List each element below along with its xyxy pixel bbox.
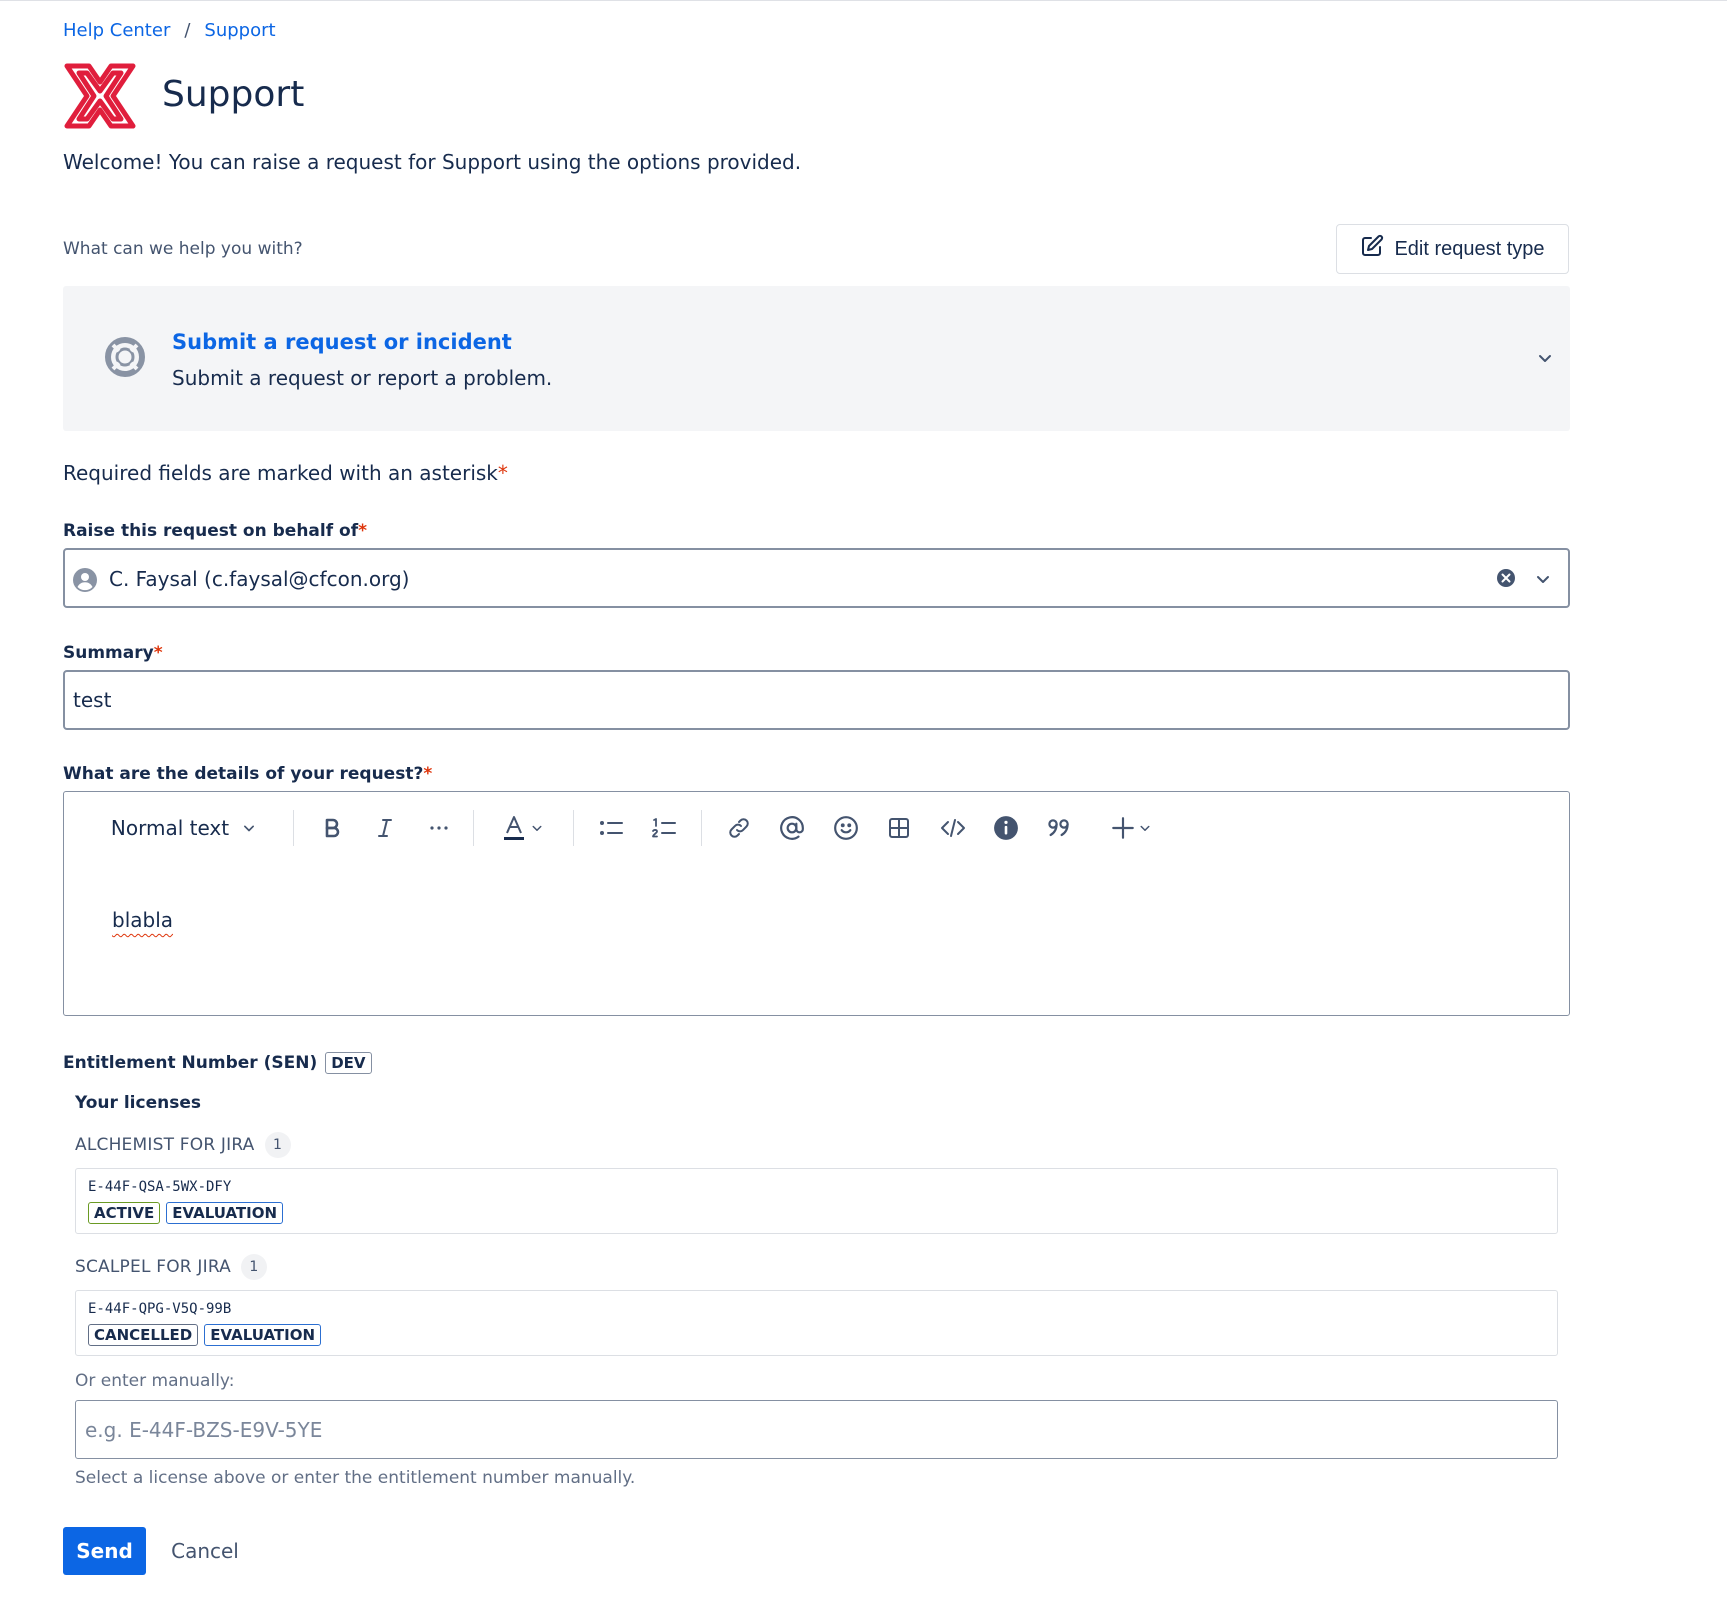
manual-entry-label: Or enter manually: bbox=[75, 1371, 235, 1391]
request-type-card[interactable]: Submit a request or incident Submit a re… bbox=[63, 286, 1570, 431]
text-style-dropdown[interactable]: Normal text bbox=[110, 812, 260, 844]
bullet-list-icon bbox=[598, 816, 624, 840]
code-icon bbox=[940, 816, 966, 840]
request-type-title[interactable]: Submit a request or incident bbox=[172, 330, 512, 354]
mention-icon bbox=[779, 815, 805, 841]
quote-button[interactable] bbox=[1043, 812, 1077, 844]
license-card[interactable]: E-44F-QSA-5WX-DFY ACTIVE EVALUATION bbox=[75, 1168, 1558, 1234]
edit-request-type-button[interactable]: Edit request type bbox=[1336, 224, 1569, 274]
entitlement-helper-text: Select a license above or enter the enti… bbox=[75, 1468, 636, 1488]
license-key: E-44F-QPG-V5Q-99B bbox=[88, 1301, 232, 1317]
summary-input[interactable]: test bbox=[63, 670, 1570, 730]
license-count-badge: 1 bbox=[240, 1254, 267, 1280]
behalf-label: Raise this request on behalf of* bbox=[63, 521, 368, 541]
clear-icon[interactable] bbox=[1495, 567, 1517, 589]
top-divider bbox=[0, 0, 1727, 1]
dev-badge: DEV bbox=[325, 1052, 372, 1074]
type-lozenge: EVALUATION bbox=[204, 1324, 322, 1346]
toolbar-separator bbox=[473, 810, 474, 846]
bold-icon bbox=[320, 816, 344, 840]
edit-icon bbox=[1360, 234, 1384, 264]
table-icon bbox=[887, 816, 911, 840]
more-formatting-button[interactable] bbox=[422, 812, 456, 844]
numbered-list-button[interactable] bbox=[647, 812, 681, 844]
required-asterisk: * bbox=[153, 643, 163, 663]
status-lozenge: CANCELLED bbox=[88, 1324, 199, 1346]
product-heading: ALCHEMIST FOR JIRA 1 bbox=[75, 1132, 291, 1158]
bold-button[interactable] bbox=[315, 812, 349, 844]
behalf-select[interactable]: C. Faysal (c.faysal@cfcon.org) bbox=[63, 548, 1570, 608]
toolbar-separator bbox=[293, 810, 294, 846]
more-icon bbox=[427, 816, 451, 840]
italic-icon bbox=[373, 816, 397, 840]
bullet-list-button[interactable] bbox=[594, 812, 628, 844]
license-count-badge: 1 bbox=[264, 1132, 291, 1158]
product-heading: SCALPEL FOR JIRA 1 bbox=[75, 1254, 267, 1280]
required-asterisk: * bbox=[423, 764, 433, 784]
summary-value: test bbox=[73, 688, 112, 712]
insert-menu-button[interactable] bbox=[1104, 812, 1160, 844]
welcome-message: Welcome! You can raise a request for Sup… bbox=[63, 150, 802, 174]
chevron-down-icon[interactable] bbox=[1533, 346, 1557, 370]
licenses-title: Your licenses bbox=[75, 1093, 201, 1113]
edit-request-type-label: Edit request type bbox=[1394, 237, 1545, 260]
editor-content[interactable]: blabla bbox=[112, 908, 173, 932]
numbered-list-icon bbox=[651, 816, 677, 840]
breadcrumb-support[interactable]: Support bbox=[204, 20, 275, 41]
required-asterisk: * bbox=[497, 461, 508, 485]
product-name: SCALPEL FOR JIRA bbox=[75, 1257, 231, 1277]
table-button[interactable] bbox=[882, 812, 916, 844]
license-lozenges: ACTIVE EVALUATION bbox=[88, 1202, 284, 1224]
license-lozenges: CANCELLED EVALUATION bbox=[88, 1324, 322, 1346]
insert-icon bbox=[1110, 815, 1136, 841]
chevron-down-icon bbox=[528, 819, 546, 837]
editor-toolbar: Normal text bbox=[64, 792, 1569, 862]
chevron-down-icon bbox=[239, 818, 259, 838]
user-avatar-icon bbox=[73, 568, 97, 592]
entitlement-placeholder: e.g. E-44F-BZS-E9V-5YE bbox=[85, 1417, 323, 1442]
details-label: What are the details of your request?* bbox=[63, 764, 433, 784]
cancel-button[interactable]: Cancel bbox=[163, 1527, 247, 1575]
type-lozenge: EVALUATION bbox=[166, 1202, 284, 1224]
text-color-button[interactable] bbox=[496, 812, 550, 844]
lifebuoy-icon bbox=[104, 336, 146, 378]
quote-icon bbox=[1047, 816, 1073, 840]
code-button[interactable] bbox=[936, 812, 970, 844]
behalf-value: C. Faysal (c.faysal@cfcon.org) bbox=[109, 567, 410, 591]
mention-button[interactable] bbox=[775, 812, 809, 844]
toolbar-separator bbox=[701, 810, 702, 846]
breadcrumb-separator: / bbox=[184, 20, 191, 41]
text-style-label: Normal text bbox=[110, 816, 230, 840]
required-asterisk: * bbox=[358, 521, 368, 541]
product-name: ALCHEMIST FOR JIRA bbox=[75, 1135, 255, 1155]
text-color-icon bbox=[500, 814, 528, 842]
toolbar-separator bbox=[573, 810, 574, 846]
page-title: Support bbox=[162, 74, 305, 115]
request-type-prompt: What can we help you with? bbox=[63, 239, 303, 259]
emoji-button[interactable] bbox=[829, 812, 863, 844]
send-button[interactable]: Send bbox=[63, 1527, 146, 1575]
request-type-description: Submit a request or report a problem. bbox=[172, 366, 553, 390]
entitlement-label: Entitlement Number (SEN) DEV bbox=[63, 1052, 372, 1074]
chevron-down-icon[interactable] bbox=[1531, 567, 1555, 591]
breadcrumb: Help Center / Support bbox=[63, 20, 276, 41]
chevron-down-icon bbox=[1136, 819, 1154, 837]
info-panel-button[interactable] bbox=[989, 812, 1023, 844]
license-key: E-44F-QSA-5WX-DFY bbox=[88, 1179, 232, 1195]
link-button[interactable] bbox=[722, 812, 756, 844]
italic-button[interactable] bbox=[368, 812, 402, 844]
details-editor[interactable]: Normal text blabla bbox=[63, 791, 1570, 1016]
license-card[interactable]: E-44F-QPG-V5Q-99B CANCELLED EVALUATION bbox=[75, 1290, 1558, 1356]
breadcrumb-help-center[interactable]: Help Center bbox=[63, 20, 170, 41]
emoji-icon bbox=[833, 815, 859, 841]
entitlement-number-input[interactable]: e.g. E-44F-BZS-E9V-5YE bbox=[75, 1400, 1558, 1459]
status-lozenge: ACTIVE bbox=[88, 1202, 161, 1224]
required-fields-note: Required fields are marked with an aster… bbox=[63, 461, 508, 485]
info-icon bbox=[993, 815, 1019, 841]
summary-label: Summary* bbox=[63, 643, 163, 663]
link-icon bbox=[727, 816, 751, 840]
portal-logo bbox=[63, 62, 137, 130]
